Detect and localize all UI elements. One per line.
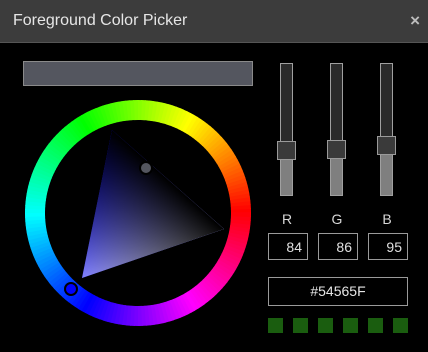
red-value-field[interactable]: 84 bbox=[268, 233, 308, 260]
red-label: R bbox=[281, 211, 293, 227]
color-swatch[interactable] bbox=[343, 318, 358, 333]
hex-value-field[interactable]: #54565F bbox=[268, 277, 408, 306]
saturation-value-triangle[interactable] bbox=[82, 130, 224, 278]
color-swatch[interactable] bbox=[293, 318, 308, 333]
color-swatch[interactable] bbox=[318, 318, 333, 333]
green-label: G bbox=[331, 211, 343, 227]
blue-label: B bbox=[382, 211, 392, 227]
green-slider-handle[interactable] bbox=[327, 140, 346, 159]
color-swatch[interactable] bbox=[268, 318, 283, 333]
blue-value-field[interactable]: 95 bbox=[368, 233, 408, 260]
blue-slider[interactable] bbox=[377, 63, 396, 196]
color-swatch[interactable] bbox=[393, 318, 408, 333]
red-slider[interactable] bbox=[277, 63, 296, 196]
blue-slider-handle[interactable] bbox=[377, 136, 396, 155]
red-slider-handle[interactable] bbox=[277, 141, 296, 160]
hue-ring-segment[interactable] bbox=[230, 212, 251, 217]
color-swatch[interactable] bbox=[368, 318, 383, 333]
hue-ring-marker[interactable] bbox=[64, 282, 78, 296]
triangle-color-marker[interactable] bbox=[139, 161, 153, 175]
green-value-field[interactable]: 86 bbox=[318, 233, 358, 260]
green-slider[interactable] bbox=[327, 63, 346, 196]
color-picker-window: Foreground Color Picker × R G B 84 86 95… bbox=[0, 0, 428, 352]
